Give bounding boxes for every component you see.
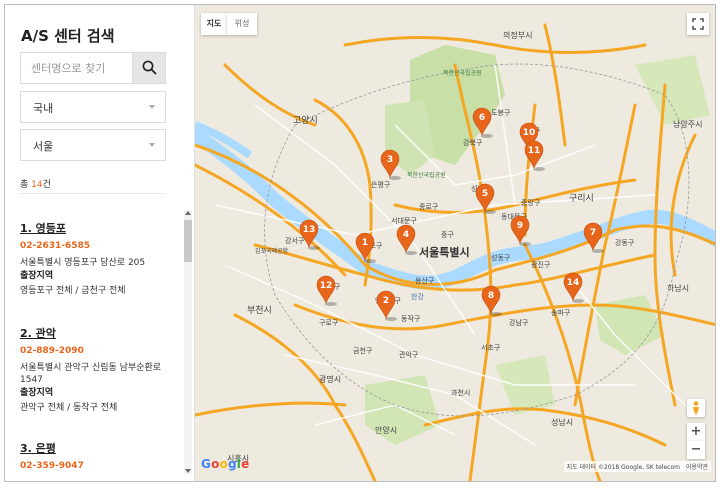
svg-text:북한산국립공원: 북한산국립공원 (407, 171, 446, 179)
svg-text:광진구: 광진구 (531, 260, 551, 269)
country-select-value: 국내 (33, 102, 54, 115)
map-pin-label: 12 (320, 281, 333, 291)
city-select[interactable]: 서울 (20, 129, 166, 161)
city-select-value: 서울 (33, 140, 54, 153)
map-pin-label: 9 (517, 221, 523, 231)
map-pin-label: 10 (523, 128, 536, 138)
map-pin-label: 7 (590, 228, 596, 238)
svg-text:의정부시: 의정부시 (503, 30, 532, 40)
svg-text:중랑구: 중랑구 (521, 199, 541, 207)
svg-text:서울특별시: 서울특별시 (419, 245, 470, 259)
service-area: 관악구 전체 / 동작구 전체 (20, 403, 118, 413)
svg-text:안양시: 안양시 (375, 425, 397, 435)
svg-text:구로구: 구로구 (319, 319, 339, 327)
center-list: 1. 영등포 02-2631-6585 서울특별시 영등포구 당산로 205 출… (5, 210, 185, 478)
svg-text:송파구: 송파구 (551, 308, 571, 317)
svg-text:중구: 중구 (441, 231, 454, 239)
svg-text:구리시: 구리시 (569, 193, 594, 204)
scroll-up-icon[interactable] (185, 211, 191, 215)
list-item: 3. 은평 02-359-9047 (20, 442, 180, 472)
map-pin-label: 4 (403, 230, 409, 240)
svg-text:남양주시: 남양주시 (673, 120, 702, 129)
svg-text:하남시: 하남시 (667, 283, 689, 293)
result-count-number: 14 (31, 180, 43, 190)
center-phone: 02-889-2090 (20, 346, 84, 356)
chevron-down-icon (149, 105, 155, 109)
map-pin-label: 2 (383, 296, 389, 306)
svg-text:부천시: 부천시 (247, 305, 272, 316)
map-type-map-button[interactable]: 지도 (201, 13, 227, 35)
svg-text:서대문구: 서대문구 (391, 216, 417, 225)
divider (20, 193, 166, 194)
street-view-button[interactable] (687, 399, 705, 417)
map-view[interactable]: 서울특별시 의정부시 고양시 구리시 남양주시 하남시 부천시 광명시 안양시 … (195, 5, 716, 481)
service-area-title: 출장지역 (20, 388, 54, 398)
center-name-link[interactable]: 3. 은평 (20, 442, 180, 456)
pegman-icon (693, 401, 699, 415)
scroll-down-icon[interactable] (185, 469, 191, 473)
svg-text:과천시: 과천시 (451, 388, 470, 397)
svg-text:강북구: 강북구 (463, 138, 483, 147)
map-pin-label: 13 (303, 225, 316, 235)
search-icon (142, 60, 157, 75)
center-address: 서울특별시 관악구 신림동 남부순환로 1547 (20, 363, 162, 385)
sidebar: A/S 센터 검색 국내 서울 총 14건 1. 영등포 02-2631-658… (5, 5, 195, 481)
list-scrollbar[interactable] (184, 210, 192, 474)
search-button[interactable] (132, 53, 165, 83)
zoom-in-button[interactable]: + (687, 423, 705, 441)
center-phone: 02-359-9047 (20, 461, 84, 471)
zoom-out-button[interactable]: − (687, 441, 705, 459)
search-box (20, 52, 166, 84)
svg-text:관악구: 관악구 (399, 350, 419, 359)
svg-text:금천구: 금천구 (353, 346, 373, 355)
service-area: 영등포구 전체 / 금천구 전체 (20, 286, 126, 296)
map-attribution[interactable]: 지도 데이터 ©2018 Google, SK telecom (563, 461, 683, 472)
svg-text:용산구: 용산구 (415, 276, 435, 285)
search-input[interactable] (21, 53, 133, 83)
page-title: A/S 센터 검색 (21, 27, 115, 45)
svg-text:도봉구: 도봉구 (491, 109, 511, 117)
svg-text:서초구: 서초구 (481, 343, 501, 352)
svg-text:강동구: 강동구 (615, 238, 635, 247)
svg-text:광명시: 광명시 (319, 374, 341, 384)
center-address: 서울특별시 영등포구 당산로 205 (20, 258, 146, 268)
service-area-title: 출장지역 (20, 271, 54, 281)
map-pin-label: 6 (479, 113, 485, 123)
svg-text:동작구: 동작구 (401, 314, 421, 323)
svg-text:고양시: 고양시 (293, 115, 318, 126)
svg-text:강서구: 강서구 (285, 236, 305, 245)
map-pin-label: 3 (387, 155, 393, 165)
map-pin-label: 8 (488, 291, 494, 301)
country-select[interactable]: 국내 (20, 91, 166, 123)
result-count: 총 14건 (20, 180, 51, 190)
map-type-satellite-button[interactable]: 위성 (227, 13, 257, 35)
center-name-link[interactable]: 2. 관악 (20, 327, 180, 341)
map-pin-label: 14 (567, 278, 580, 288)
map-canvas[interactable]: 서울특별시 의정부시 고양시 구리시 남양주시 하남시 부천시 광명시 안양시 … (195, 5, 716, 481)
svg-text:강남구: 강남구 (509, 318, 529, 327)
chevron-down-icon (149, 143, 155, 147)
map-pin-label: 1 (362, 238, 368, 248)
fullscreen-button[interactable] (687, 13, 709, 35)
terms-link[interactable]: 이용약관 (682, 461, 711, 472)
center-name-link[interactable]: 1. 영등포 (20, 222, 180, 236)
fullscreen-icon (692, 18, 704, 30)
svg-text:은평구: 은평구 (371, 180, 391, 189)
svg-text:한강: 한강 (411, 292, 424, 301)
app-window: A/S 센터 검색 국내 서울 총 14건 1. 영등포 02-2631-658… (4, 4, 716, 482)
list-item: 2. 관악 02-889-2090 서울특별시 관악구 신림동 남부순환로 15… (20, 327, 180, 414)
svg-text:성동구: 성동구 (491, 253, 511, 262)
scroll-thumb[interactable] (184, 220, 192, 262)
list-item: 1. 영등포 02-2631-6585 서울특별시 영등포구 당산로 205 출… (20, 222, 180, 297)
center-phone: 02-2631-6585 (20, 241, 91, 251)
svg-text:성남시: 성남시 (551, 418, 573, 427)
google-logo: Google (201, 457, 250, 471)
map-pin-label: 11 (528, 146, 541, 156)
svg-text:북한산국립공원: 북한산국립공원 (443, 69, 482, 77)
svg-text:김포국제공항: 김포국제공항 (255, 247, 289, 255)
map-pin-label: 5 (482, 189, 488, 199)
svg-text:종로구: 종로구 (419, 203, 439, 211)
